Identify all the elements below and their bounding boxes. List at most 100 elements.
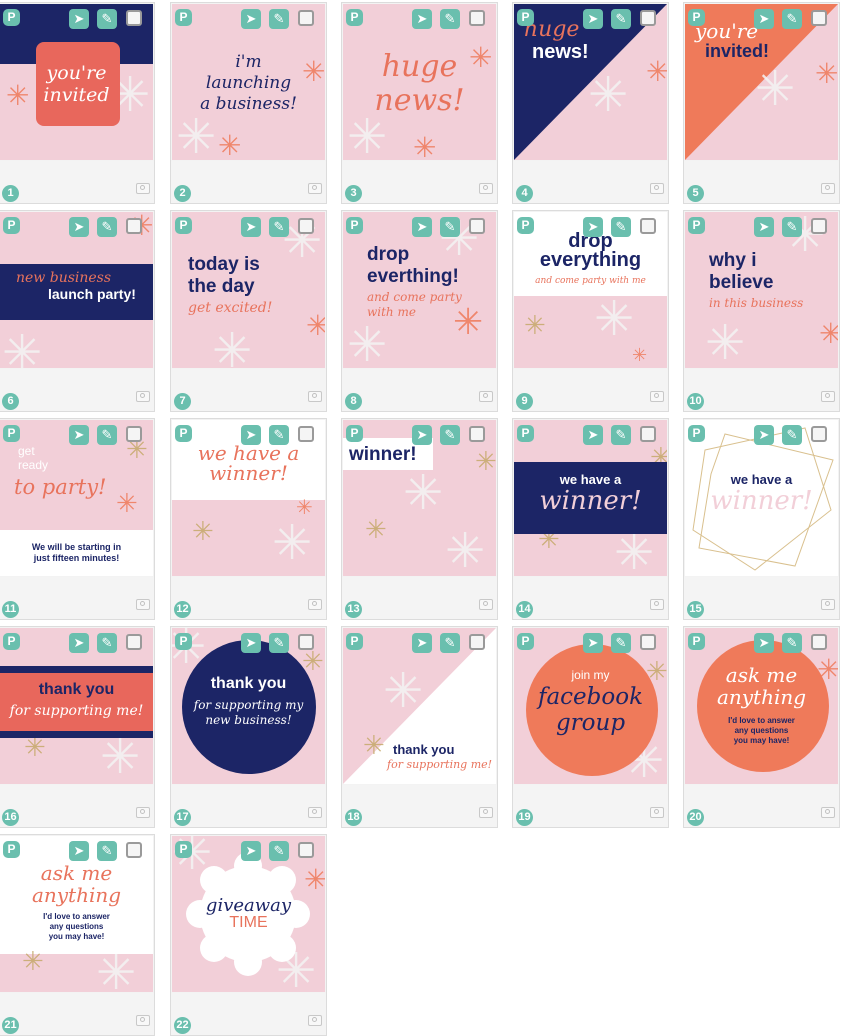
camera-icon[interactable] [650,391,664,402]
pinterest-icon[interactable]: P [688,9,705,26]
pinterest-icon[interactable]: P [517,633,534,650]
template-card[interactable]: ✳ ✳ ✳ today is the day get excited! P ➤ … [170,210,327,412]
pencil-icon[interactable]: ✎ [440,633,460,653]
select-checkbox[interactable] [811,10,827,26]
pencil-icon[interactable]: ✎ [782,425,802,445]
camera-icon[interactable] [479,183,493,194]
camera-icon[interactable] [821,391,835,402]
template-card[interactable]: ✳ ✳ ✳ huge news! P ➤ ✎ 3 [341,2,498,204]
select-checkbox[interactable] [126,10,142,26]
select-checkbox[interactable] [469,634,485,650]
share-icon[interactable]: ➤ [754,9,774,29]
select-checkbox[interactable] [811,634,827,650]
select-checkbox[interactable] [469,218,485,234]
pencil-icon[interactable]: ✎ [269,425,289,445]
pinterest-icon[interactable]: P [346,633,363,650]
pinterest-icon[interactable]: P [688,633,705,650]
template-card[interactable]: ✳ ask me anything I'd love to answer any… [683,626,840,828]
select-checkbox[interactable] [298,426,314,442]
pencil-icon[interactable]: ✎ [97,633,117,653]
camera-icon[interactable] [136,391,150,402]
camera-icon[interactable] [136,807,150,818]
pencil-icon[interactable]: ✎ [440,425,460,445]
select-checkbox[interactable] [469,10,485,26]
select-checkbox[interactable] [640,634,656,650]
camera-icon[interactable] [308,183,322,194]
select-checkbox[interactable] [298,10,314,26]
pinterest-icon[interactable]: P [688,425,705,442]
camera-icon[interactable] [479,599,493,610]
pencil-icon[interactable]: ✎ [269,633,289,653]
pinterest-icon[interactable]: P [688,217,705,234]
select-checkbox[interactable] [298,634,314,650]
template-card[interactable]: ✳ ✳ ✳ drop everthing! and come party wit… [341,210,498,412]
share-icon[interactable]: ➤ [69,217,89,237]
pinterest-icon[interactable]: P [175,633,192,650]
template-card[interactable]: ✳ ✳ thank you for supporting me! P ➤ ✎ 1… [0,626,155,828]
template-card[interactable]: ✳ ✳ get ready to party! We will be start… [0,418,155,620]
pencil-icon[interactable]: ✎ [782,633,802,653]
pencil-icon[interactable]: ✎ [782,217,802,237]
share-icon[interactable]: ➤ [754,425,774,445]
template-card[interactable]: ✳ ✳ thank you for supporting me! P ➤ ✎ 1… [341,626,498,828]
share-icon[interactable]: ➤ [241,425,261,445]
pinterest-icon[interactable]: P [3,9,20,26]
pencil-icon[interactable]: ✎ [97,9,117,29]
pinterest-icon[interactable]: P [346,217,363,234]
template-card[interactable]: ✳ ✳ ask me anything I'd love to answer a… [0,834,155,1036]
camera-icon[interactable] [136,1015,150,1026]
select-checkbox[interactable] [126,842,142,858]
pinterest-icon[interactable]: P [3,217,20,234]
pencil-icon[interactable]: ✎ [440,9,460,29]
pinterest-icon[interactable]: P [3,841,20,858]
pencil-icon[interactable]: ✎ [269,217,289,237]
template-card[interactable]: ✳ ✳ thank you for supporting my new busi… [170,626,327,828]
share-icon[interactable]: ➤ [583,425,603,445]
template-card[interactable]: ✳ ✳ ✳ giveaway TIME P ➤ ✎ [170,834,327,1036]
template-card[interactable]: ✳ ✳ you're invited! P ➤ ✎ 5 [683,2,840,204]
select-checkbox[interactable] [126,218,142,234]
pinterest-icon[interactable]: P [346,425,363,442]
pinterest-icon[interactable]: P [3,633,20,650]
pinterest-icon[interactable]: P [517,217,534,234]
pinterest-icon[interactable]: P [175,425,192,442]
pencil-icon[interactable]: ✎ [269,9,289,29]
pencil-icon[interactable]: ✎ [611,217,631,237]
share-icon[interactable]: ➤ [69,841,89,861]
share-icon[interactable]: ➤ [412,425,432,445]
pinterest-icon[interactable]: P [175,841,192,858]
camera-icon[interactable] [650,599,664,610]
template-card[interactable]: ✳ ✳ ✳ i'm launching a business! P ➤ ✎ 2 [170,2,327,204]
camera-icon[interactable] [308,599,322,610]
template-card[interactable]: ✳ ✳ you're invited P ➤ ✎ 1 [0,2,155,204]
pencil-icon[interactable]: ✎ [611,425,631,445]
template-card[interactable]: ✳ ✳ ✳ we have a winner! P ➤ ✎ 12 [170,418,327,620]
share-icon[interactable]: ➤ [412,9,432,29]
pencil-icon[interactable]: ✎ [611,9,631,29]
pencil-icon[interactable]: ✎ [97,841,117,861]
select-checkbox[interactable] [640,10,656,26]
share-icon[interactable]: ➤ [69,9,89,29]
template-card[interactable]: ✳ ✳ ✳ drop everything and come party wit… [512,210,669,412]
camera-icon[interactable] [650,807,664,818]
camera-icon[interactable] [821,807,835,818]
template-card[interactable]: ✳ ✳ join my facebook group P ➤ ✎ 19 [512,626,669,828]
camera-icon[interactable] [479,391,493,402]
share-icon[interactable]: ➤ [241,633,261,653]
pencil-icon[interactable]: ✎ [97,425,117,445]
camera-icon[interactable] [479,807,493,818]
camera-icon[interactable] [821,183,835,194]
share-icon[interactable]: ➤ [583,217,603,237]
share-icon[interactable]: ➤ [69,633,89,653]
pencil-icon[interactable]: ✎ [97,217,117,237]
share-icon[interactable]: ➤ [241,841,261,861]
pinterest-icon[interactable]: P [175,9,192,26]
camera-icon[interactable] [308,391,322,402]
template-card[interactable]: ✳ ✳ new business launch party! P ➤ ✎ 6 [0,210,155,412]
select-checkbox[interactable] [298,842,314,858]
share-icon[interactable]: ➤ [69,425,89,445]
select-checkbox[interactable] [126,426,142,442]
select-checkbox[interactable] [811,426,827,442]
pencil-icon[interactable]: ✎ [269,841,289,861]
template-card[interactable]: we have a winner! P ➤ ✎ 15 [683,418,840,620]
